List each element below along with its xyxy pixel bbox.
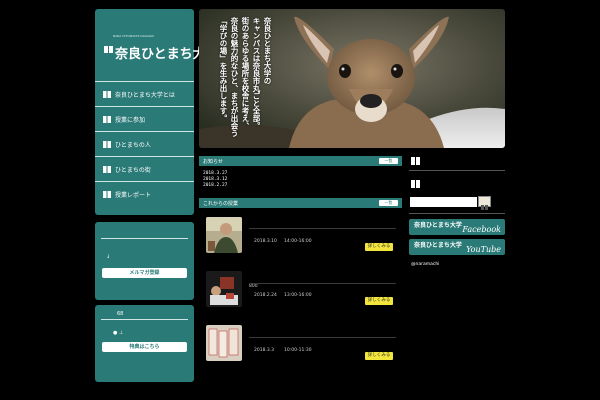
mail-magazine-panel: ↓ メルマガ登録 <box>95 222 194 300</box>
special-count: 68 <box>117 311 124 317</box>
event-photo <box>206 217 242 253</box>
book-icon <box>103 90 111 98</box>
news-date[interactable]: 2018.2.27 <box>203 183 227 188</box>
book-icon <box>103 140 111 148</box>
events-list-button[interactable]: 一覧 <box>379 200 398 206</box>
special-offer-panel: 68 ● ⊥ 特典はこちら <box>95 305 194 382</box>
tagline-line: 「学びの場」を生み出します。 <box>219 17 228 122</box>
special-marks: ● ⊥ <box>113 330 124 336</box>
news-list-button[interactable]: 一覧 <box>379 158 398 164</box>
event-detail-button[interactable]: 詳しくみる <box>365 352 393 360</box>
sidebar-item-label: 授業レポート <box>115 191 152 199</box>
book-icon <box>103 190 111 198</box>
book-icon <box>103 165 111 173</box>
sidebar-item-join[interactable]: 授業に参加 <box>95 106 194 131</box>
event-photo <box>206 271 242 307</box>
tagline-line: 街のあらゆる場所を校舎に考え、 <box>241 17 250 130</box>
facebook-brand: 奈良ひとまち大学 <box>414 222 462 229</box>
sidebar-item-about[interactable]: 奈良ひとまち大学とは <box>95 81 194 106</box>
search-icon <box>481 205 488 210</box>
event-detail-button[interactable]: 詳しくみる <box>365 297 393 305</box>
sidebar-item-town[interactable]: ひとまちの街 <box>95 156 194 181</box>
hero-banner: 奈良ひとまち大学の キャンパスは奈良市丸ごと全部。 街のあらゆる場所を校舎に考え… <box>199 9 505 148</box>
events-title: これからの授業 <box>203 201 239 207</box>
divider <box>101 238 188 239</box>
search-button[interactable] <box>478 196 491 210</box>
event-time: 14:00-16:00 <box>284 239 312 244</box>
event-meta: 800 <box>249 284 258 289</box>
divider <box>101 319 188 320</box>
special-offer-button[interactable]: 特典はこちら <box>102 342 187 352</box>
event-time: 10:00-11:30 <box>284 348 312 353</box>
event-thumbnail[interactable] <box>206 325 242 361</box>
sidebar-item-people[interactable]: ひとまちの人 <box>95 131 194 156</box>
book-icon <box>411 180 420 188</box>
mail-magazine-button[interactable]: メルマガ登録 <box>102 268 187 278</box>
tagline-line: キャンパスは奈良市丸ごと全部。 <box>252 17 261 130</box>
tagline-line: 奈良ひとまち大学の <box>263 17 272 85</box>
sidebar-nav: 奈良ひとまち大学とは 授業に参加 ひとまちの人 ひとまちの街 授業レポート <box>95 81 194 206</box>
news-header: お知らせ 一覧 <box>199 156 402 166</box>
youtube-banner[interactable]: 奈良ひとまち大学 YouTube <box>409 239 505 255</box>
social-handle[interactable]: @naramachi <box>411 262 439 267</box>
divider <box>249 337 396 338</box>
event-date: 2018.3.10 <box>254 239 277 244</box>
event-time: 13:00-16:00 <box>284 293 312 298</box>
divider <box>249 228 396 229</box>
sidebar-item-label: 奈良ひとまち大学とは <box>115 91 175 99</box>
sidebar-item-reports[interactable]: 授業レポート <box>95 181 194 206</box>
news-date[interactable]: 2018.3.27 <box>203 171 227 176</box>
facebook-banner[interactable]: 奈良ひとまち大学 Facebook <box>409 219 505 235</box>
news-title: お知らせ <box>203 159 223 165</box>
sidebar-item-label: 授業に参加 <box>115 116 146 124</box>
book-icon <box>411 157 420 165</box>
divider <box>409 213 505 214</box>
event-photo <box>206 325 242 361</box>
event-date: 2018.2.24 <box>254 293 277 298</box>
divider <box>249 283 396 284</box>
event-thumbnail[interactable] <box>206 271 242 307</box>
event-thumbnail[interactable] <box>206 217 242 253</box>
sidebar-nav-panel: NARA HITOMACHI DAIGAKU 奈良ひとまち大学 奈良ひとまち大学… <box>95 9 219 215</box>
down-arrow-icon: ↓ <box>106 254 111 260</box>
event-detail-button[interactable]: 詳しくみる <box>365 243 393 251</box>
divider <box>409 170 505 171</box>
tagline-line: 奈良の魅力的なひと、まちが出会う <box>230 17 239 137</box>
youtube-brand: 奈良ひとまち大学 <box>414 242 462 249</box>
news-date[interactable]: 2018.3.12 <box>203 177 227 182</box>
hero-tagline: 奈良ひとまち大学の キャンパスは奈良市丸ごと全部。 街のあらゆる場所を校舎に考え… <box>218 17 272 137</box>
book-icon <box>104 46 113 53</box>
event-date: 2018.3.3 <box>254 348 275 353</box>
sidebar-item-label: ひとまちの街 <box>115 166 151 174</box>
facebook-label: Facebook <box>462 225 501 234</box>
youtube-label: YouTube <box>466 245 501 254</box>
sidebar-item-label: ひとまちの人 <box>115 141 151 149</box>
book-icon <box>103 115 111 123</box>
events-header: これからの授業 一覧 <box>199 198 402 208</box>
search-input[interactable] <box>410 197 477 207</box>
site-logo[interactable]: NARA HITOMACHI DAIGAKU 奈良ひとまち大学 <box>101 34 219 69</box>
logo-subtitle: NARA HITOMACHI DAIGAKU <box>113 34 155 38</box>
